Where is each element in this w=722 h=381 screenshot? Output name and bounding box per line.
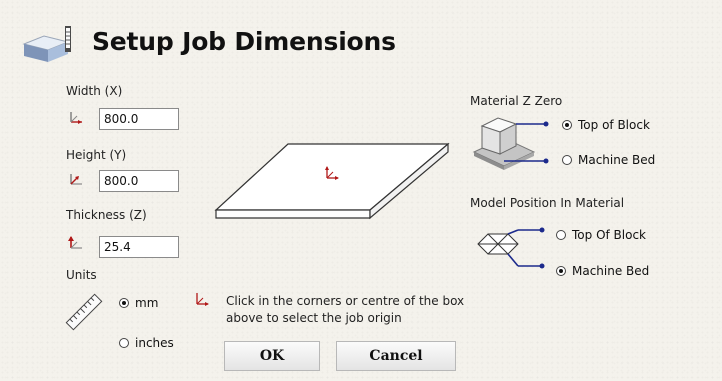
height-label: Height (Y): [66, 148, 127, 162]
model-position-diagram: [477, 227, 545, 269]
axis-origin-icon: [70, 112, 82, 124]
model-pos-bed-radio[interactable]: Machine Bed: [556, 264, 649, 278]
units-inches-radio[interactable]: inches: [119, 336, 174, 350]
z-zero-top-label: Top of Block: [578, 118, 650, 132]
z-zero-top-radio[interactable]: Top of Block: [562, 118, 650, 132]
thickness-input[interactable]: [99, 236, 179, 258]
axis-origin-icon: [196, 293, 209, 306]
radio-indicator[interactable]: [119, 298, 129, 308]
material-z-zero-diagram: [472, 117, 549, 170]
axis-origin-icon: [68, 236, 82, 249]
axis-origin-icon: [70, 174, 82, 185]
ruler-icon: [65, 293, 103, 331]
thickness-label: Thickness (Z): [66, 208, 147, 222]
radio-indicator[interactable]: [119, 338, 129, 348]
width-label: Width (X): [66, 84, 123, 98]
ok-button[interactable]: OK: [224, 341, 320, 371]
model-pos-top-label: Top Of Block: [572, 228, 647, 242]
radio-indicator[interactable]: [556, 230, 566, 240]
radio-indicator[interactable]: [562, 155, 572, 165]
origin-hint-line1: Click in the corners or centre of the bo…: [226, 294, 465, 308]
radio-indicator[interactable]: [562, 120, 572, 130]
units-label: Units: [66, 268, 97, 282]
radio-indicator[interactable]: [556, 266, 566, 276]
origin-hint-line2: above to select the job origin: [226, 311, 402, 325]
job-origin-box[interactable]: [212, 140, 452, 226]
model-pos-bed-label: Machine Bed: [572, 264, 650, 278]
width-input[interactable]: [99, 108, 179, 130]
material-z-zero-label: Material Z Zero: [470, 94, 563, 108]
units-mm-radio[interactable]: mm: [119, 296, 158, 310]
model-position-label: Model Position In Material: [470, 196, 625, 210]
block-setup-icon: [22, 26, 71, 62]
model-pos-top-radio[interactable]: Top Of Block: [556, 228, 646, 242]
z-zero-bed-label: Machine Bed: [578, 153, 656, 167]
origin-hint: Click in the corners or centre of the bo…: [226, 293, 464, 327]
units-inches-label: inches: [135, 336, 174, 350]
cancel-button[interactable]: Cancel: [336, 341, 456, 371]
z-zero-bed-radio[interactable]: Machine Bed: [562, 153, 655, 167]
height-input[interactable]: [99, 170, 179, 192]
dialog-title: Setup Job Dimensions: [92, 27, 396, 56]
units-mm-label: mm: [135, 296, 159, 310]
